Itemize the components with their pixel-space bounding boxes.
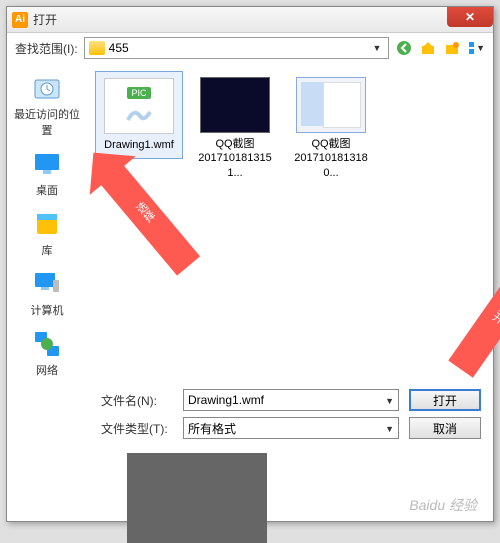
lookup-toolbar: 查找范围(I): 455 bbox=[7, 33, 493, 63]
place-desktop[interactable]: 桌面 bbox=[12, 145, 82, 201]
file-list[interactable]: PIC Drawing1.wmf QQ截图 2017101813151... Q… bbox=[87, 63, 493, 383]
file-name: QQ截图 2017101813180... bbox=[289, 137, 373, 180]
close-icon: ✕ bbox=[465, 10, 475, 24]
views-icon[interactable] bbox=[467, 39, 485, 57]
lookup-label: 查找范围(I): bbox=[15, 40, 78, 57]
preview-pane bbox=[127, 453, 267, 543]
place-computer[interactable]: 计算机 bbox=[12, 265, 82, 321]
place-label: 库 bbox=[42, 242, 53, 258]
chevron-down-icon bbox=[385, 393, 394, 407]
file-item-qq2[interactable]: QQ截图 2017101813180... bbox=[287, 71, 375, 186]
file-name: Drawing1.wmf bbox=[104, 138, 174, 152]
place-label: 计算机 bbox=[31, 302, 64, 318]
place-network[interactable]: 网络 bbox=[12, 325, 82, 381]
close-button[interactable]: ✕ bbox=[447, 7, 493, 27]
chevron-down-icon bbox=[476, 43, 485, 53]
window-title: 打开 bbox=[33, 11, 57, 28]
places-bar: 最近访问的位置 桌面 库 计算机 网络 bbox=[7, 63, 87, 383]
bottom-form: 文件名(N): Drawing1.wmf 打开 文件类型(T): 所有格式 取消 bbox=[7, 383, 493, 443]
place-label: 网络 bbox=[36, 362, 58, 378]
place-libraries[interactable]: 库 bbox=[12, 205, 82, 261]
recent-icon bbox=[31, 72, 63, 104]
file-item-drawing1[interactable]: PIC Drawing1.wmf bbox=[95, 71, 183, 159]
file-thumbnail bbox=[200, 77, 270, 133]
folder-icon bbox=[89, 41, 105, 55]
back-icon[interactable] bbox=[395, 39, 413, 57]
computer-icon bbox=[31, 268, 63, 300]
place-label: 桌面 bbox=[36, 182, 58, 198]
filename-label: 文件名(N): bbox=[101, 392, 173, 409]
file-thumbnail: PIC bbox=[104, 78, 174, 134]
up-icon[interactable] bbox=[419, 39, 437, 57]
filetype-select[interactable]: 所有格式 bbox=[183, 417, 399, 439]
current-folder: 455 bbox=[109, 41, 366, 55]
app-icon: Ai bbox=[12, 12, 28, 28]
watermark: Baidu 经验 bbox=[409, 495, 477, 515]
file-item-qq1[interactable]: QQ截图 2017101813151... bbox=[191, 71, 279, 186]
filename-input[interactable]: Drawing1.wmf bbox=[183, 389, 399, 411]
new-folder-icon[interactable] bbox=[443, 39, 461, 57]
chevron-down-icon bbox=[385, 421, 394, 435]
cancel-button[interactable]: 取消 bbox=[409, 417, 481, 439]
filetype-label: 文件类型(T): bbox=[101, 420, 173, 437]
folder-combo[interactable]: 455 bbox=[84, 37, 389, 59]
open-button[interactable]: 打开 bbox=[409, 389, 481, 411]
place-recent[interactable]: 最近访问的位置 bbox=[12, 69, 82, 141]
file-name: QQ截图 2017101813151... bbox=[193, 137, 277, 180]
libraries-icon bbox=[31, 208, 63, 240]
filetype-value: 所有格式 bbox=[188, 420, 236, 437]
pic-badge: PIC bbox=[127, 87, 150, 99]
open-dialog: Ai 打开 ✕ 查找范围(I): 455 最近访问的位置 bbox=[6, 6, 494, 522]
file-thumbnail bbox=[296, 77, 366, 133]
chevron-down-icon bbox=[370, 43, 384, 54]
network-icon bbox=[31, 328, 63, 360]
place-label: 最近访问的位置 bbox=[12, 106, 82, 138]
desktop-icon bbox=[31, 148, 63, 180]
titlebar: Ai 打开 ✕ bbox=[7, 7, 493, 33]
filename-value: Drawing1.wmf bbox=[188, 393, 264, 407]
